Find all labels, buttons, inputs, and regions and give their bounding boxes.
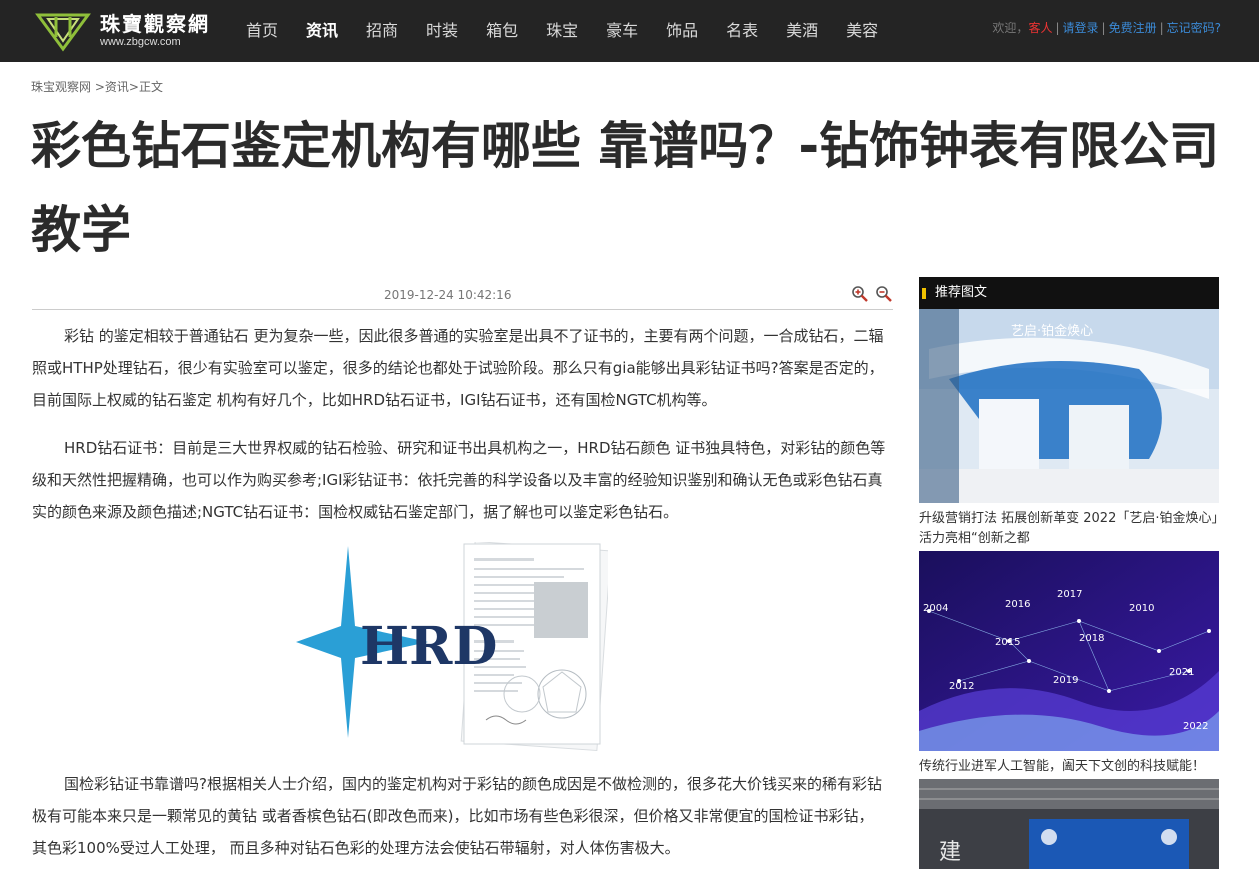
login-link[interactable]: 请登录 (1063, 21, 1099, 35)
forgot-password-link[interactable]: 忘记密码? (1167, 21, 1221, 35)
breadcrumb-sep: > (91, 80, 105, 94)
timeline-year: 2010 (1129, 603, 1154, 614)
card-image: 艺启·铂金焕心 (919, 309, 1219, 503)
nav-cars[interactable]: 豪车 (592, 0, 652, 62)
register-link[interactable]: 免费注册 (1109, 21, 1157, 35)
timeline-year: 2012 (949, 681, 974, 692)
main-nav: 首页 资讯 招商 时装 箱包 珠宝 豪车 饰品 名表 美酒 美容 (232, 0, 892, 62)
card-image: 2016 2017 2015 2012 2019 2021 2022 2004 … (919, 551, 1219, 751)
separator: | (1055, 21, 1060, 35)
user-bar: 欢迎，客人 | 请登录 | 免费注册 | 忘记密码? (992, 0, 1221, 56)
recommend-card[interactable]: 2016 2017 2015 2012 2019 2021 2022 2004 … (919, 551, 1219, 777)
logo-emblem-icon (35, 13, 91, 52)
card-image-text: 艺启·铂金焕心 (1011, 323, 1093, 339)
card-caption[interactable]: 传统行业进军人工智能，阖天下文创的科技赋能！ (919, 757, 1219, 777)
site-name: 珠寶觀察網 (100, 12, 210, 36)
nav-investment[interactable]: 招商 (352, 0, 412, 62)
timeline-year: 2021 (1169, 667, 1194, 678)
nav-accessories[interactable]: 饰品 (652, 0, 712, 62)
nav-watches[interactable]: 名表 (712, 0, 772, 62)
breadcrumb: 珠宝观察网 >资讯>正文 (31, 78, 163, 95)
nav-news[interactable]: 资讯 (292, 0, 352, 62)
timeline-year: 2016 (1005, 599, 1030, 610)
card-image: 建 (919, 779, 1219, 869)
breadcrumb-home[interactable]: 珠宝观察网 (31, 80, 91, 94)
article-paragraph: 国检彩钻证书靠谱吗?根据相关人士介绍，国内的鉴定机构对于彩钻的颜色成因是不做检测… (32, 775, 882, 857)
hrd-logo-text: HRD (360, 616, 497, 677)
timeline-year: 2015 (995, 637, 1020, 648)
timeline-year: 2022 (1183, 721, 1208, 732)
timeline-year: 2004 (923, 603, 948, 614)
separator: | (1159, 21, 1164, 35)
timeline-year: 2019 (1053, 675, 1078, 686)
welcome-text: 欢迎， (992, 21, 1029, 35)
site-url: www.zbgcw.com (100, 36, 181, 48)
guest-label: 客人 (1028, 21, 1053, 35)
breadcrumb-sep: > (128, 80, 139, 94)
article-meta: 2019-12-24 10:42:16 (32, 282, 893, 310)
nav-bags[interactable]: 箱包 (472, 0, 532, 62)
zoom-in-icon[interactable] (851, 285, 869, 303)
nav-home[interactable]: 首页 (232, 0, 292, 62)
article-body: 2019-12-24 10:42:16 彩钻 的鉴定相较于普通钻石 更为复杂一些… (32, 282, 893, 864)
nav-wine[interactable]: 美酒 (772, 0, 832, 62)
article-image: HRD (32, 542, 893, 760)
page-title: 彩色钻石鉴定机构有哪些 靠谱吗？-钻饰钟表有限公司教学 (31, 117, 1220, 259)
hrd-certificate-image: HRD (296, 542, 608, 752)
article-paragraph: 彩钻 的鉴定相较于普通钻石 更为复杂一些，因此很多普通的实验室是出具不了证书的，… (32, 327, 884, 409)
separator: | (1101, 21, 1106, 35)
sidebar: 推荐图文 艺启·铂金焕心 升级营销打法 拓展创新革变 2022「艺启·铂金焕心」… (919, 277, 1219, 869)
breadcrumb-section[interactable]: 资讯 (105, 80, 129, 94)
card-image-text: 建 (939, 840, 961, 865)
font-zoom-controls (851, 285, 893, 303)
top-header: 珠寶觀察網 www.zbgcw.com 首页 资讯 招商 时装 箱包 珠宝 豪车… (0, 0, 1259, 62)
recommend-card[interactable]: 艺启·铂金焕心 升级营销打法 拓展创新革变 2022「艺启·铂金焕心」活力亮相“… (919, 309, 1219, 549)
nav-jewelry[interactable]: 珠宝 (532, 0, 592, 62)
nav-beauty[interactable]: 美容 (832, 0, 892, 62)
sidebar-heading: 推荐图文 (919, 277, 1219, 309)
recommend-card[interactable]: 建 (919, 779, 1219, 869)
breadcrumb-current: 正文 (138, 80, 163, 94)
timeline-year: 2017 (1057, 589, 1082, 600)
zoom-out-icon[interactable] (875, 285, 893, 303)
site-logo[interactable]: 珠寶觀察網 www.zbgcw.com (34, 8, 234, 54)
article-paragraph: HRD钻石证书：目前是三大世界权威的钻石检验、研究和证书出具机构之一，HRD钻石… (32, 439, 886, 521)
timeline-year: 2018 (1079, 633, 1104, 644)
card-caption[interactable]: 升级营销打法 拓展创新革变 2022「艺启·铂金焕心」活力亮相“创新之都 (919, 509, 1219, 549)
nav-fashion[interactable]: 时装 (412, 0, 472, 62)
publish-date: 2019-12-24 10:42:16 (384, 288, 512, 302)
